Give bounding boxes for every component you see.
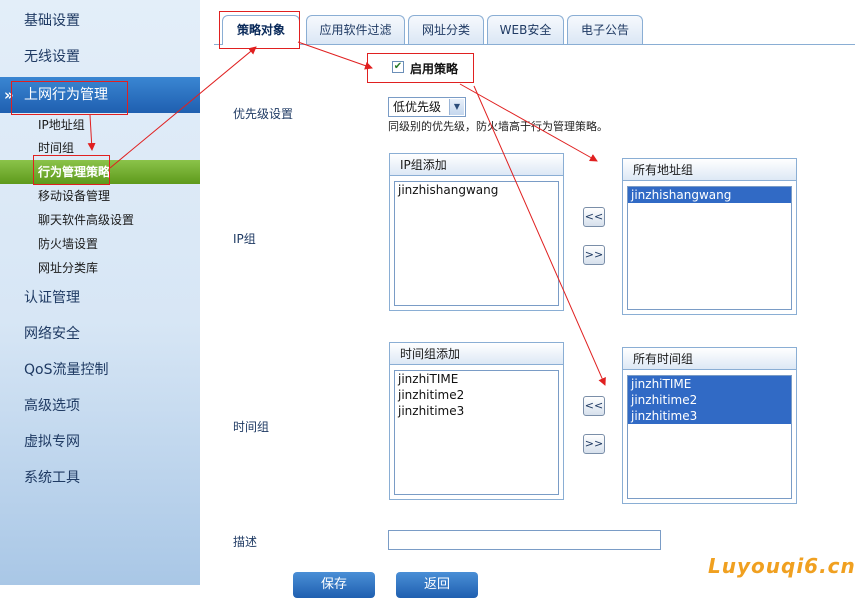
watermark-logo: Luyouqi6.cn bbox=[708, 554, 855, 578]
annotation-arrows bbox=[87, 41, 606, 386]
